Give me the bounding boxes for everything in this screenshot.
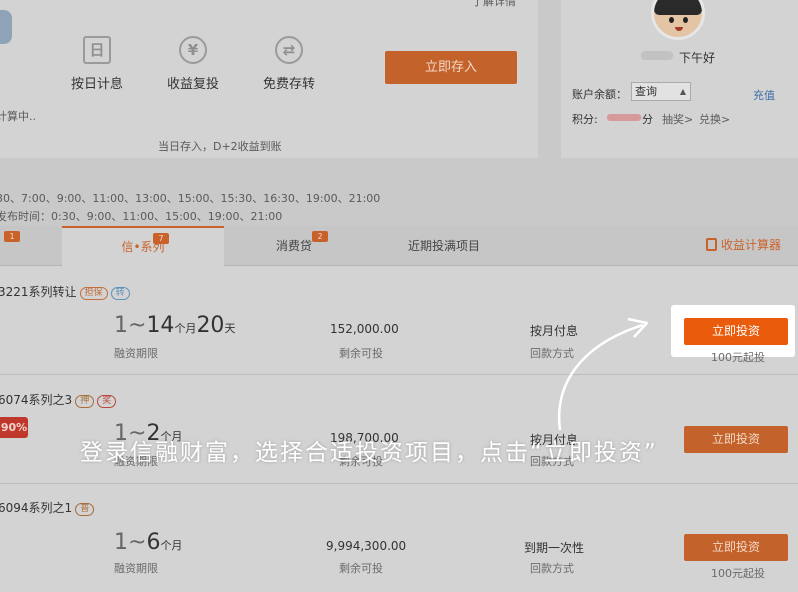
remaining-amount: 9,994,300.00: [326, 539, 407, 553]
calendar-icon: 日: [83, 36, 111, 64]
tutorial-caption: 登录信融财富，选择合适投资项目，点击“立即投资”: [80, 440, 658, 466]
remaining-label: 剩余可投: [339, 562, 383, 575]
invest-now-button[interactable]: 立即投资: [684, 426, 788, 453]
settlement-note: 当日存入，D+2收益到账: [158, 140, 282, 153]
tag-badge: 担保: [79, 287, 108, 300]
row-divider: [0, 374, 798, 375]
tab-consumer-loan[interactable]: 消费贷 2: [224, 226, 364, 266]
balance-label: 账户余额：: [572, 88, 627, 101]
tag-badge: 转: [110, 287, 130, 300]
username-blurred: [641, 51, 673, 60]
recharge-link[interactable]: 充值: [753, 87, 775, 103]
feature-free-transfer: ⇄ 免费存转: [249, 36, 329, 92]
row-divider: [0, 483, 798, 484]
deposit-now-button[interactable]: 立即存入: [385, 51, 517, 84]
invest-now-button[interactable]: 立即投资: [684, 318, 788, 345]
term-label: 融资期限: [114, 347, 158, 360]
feature-label: 免费存转: [262, 77, 315, 92]
product-tabs: 1 信•系列 7 消费贷 2 近期投满项目: [0, 226, 798, 266]
product-title[interactable]: 6094系列之1 普: [0, 499, 95, 516]
redeem-link[interactable]: 兑换>: [699, 111, 730, 127]
balance-query-select[interactable]: 查询 ▲: [631, 82, 691, 101]
term-label: 融资期限: [114, 562, 158, 575]
min-invest-text: 100元起投: [711, 567, 765, 580]
feature-label: 按日计息: [70, 77, 123, 92]
invest-now-button[interactable]: 立即投资: [684, 534, 788, 561]
points-blurred: [607, 114, 641, 121]
tag-badge: 普: [75, 503, 95, 516]
feature-daily-interest: 日 按日计息: [57, 36, 137, 92]
yield-calculator-link[interactable]: 收益计算器: [706, 236, 781, 253]
calculator-icon: [706, 238, 717, 251]
tag-badge: 奖: [97, 395, 117, 408]
pointer-arrow-icon: [557, 317, 649, 431]
lottery-link[interactable]: 抽奖>: [662, 111, 693, 127]
feature-compound: ¥ 收益复投: [153, 36, 233, 92]
tab-recently-filled[interactable]: 近期投满项目: [364, 226, 524, 266]
product-title[interactable]: 3221系列转让 担保转: [0, 283, 130, 300]
repayment-label: 回款方式: [530, 562, 574, 575]
remaining-amount: 152,000.00: [330, 322, 399, 336]
yen-compound-icon: ¥: [179, 36, 207, 64]
repayment-method: 到期一次性: [524, 541, 585, 555]
points-unit: 分: [642, 113, 653, 126]
term-value: 1~14个月20天: [114, 313, 236, 338]
tab-xin-series[interactable]: 信•系列 7: [62, 226, 224, 266]
caret-up-icon: ▲: [679, 87, 686, 96]
tag-badge: 押: [75, 395, 95, 408]
remaining-label: 剩余可投: [339, 347, 383, 360]
greeting: 下午好: [679, 51, 716, 65]
calculating-text: 计算中..: [0, 110, 36, 123]
tab-first[interactable]: 1: [0, 226, 62, 266]
points-label: 积分:: [572, 113, 598, 126]
feature-label: 收益复投: [166, 77, 219, 92]
product-title[interactable]: 6074系列之3 押奖: [0, 391, 117, 408]
product-illustration: [0, 10, 12, 44]
schedule-line-1: 30、7:00、9:00、11:00、13:00、15:00、15:30、16:…: [0, 192, 381, 205]
details-link[interactable]: 了解详情: [472, 0, 516, 9]
term-value: 1~6个月: [114, 530, 183, 555]
transfer-icon: ⇄: [275, 36, 303, 64]
min-invest-text: 100元起投: [711, 351, 765, 364]
schedule-line-2: 发布时间：0:30、9:00、11:00、15:00、19:00、21:00: [0, 210, 283, 223]
rate-badge: 90%: [0, 417, 28, 438]
